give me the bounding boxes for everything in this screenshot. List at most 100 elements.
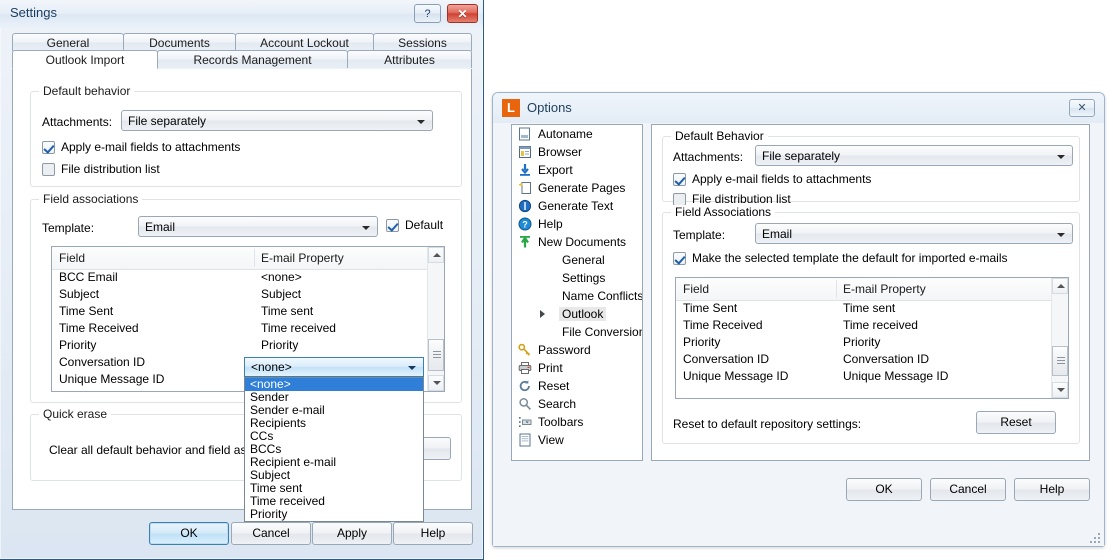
property-editor-combo[interactable]: <none> <box>244 357 424 377</box>
tree-item-general[interactable]: General <box>512 251 642 269</box>
tree-item-label: Generate Text <box>538 199 614 213</box>
tree-item-password[interactable]: Password <box>512 341 642 359</box>
tree-item-export[interactable]: Export <box>512 161 642 179</box>
column-header-field[interactable]: Field <box>59 251 85 265</box>
scrollbar-thumb[interactable] <box>428 339 444 371</box>
help-icon: ? <box>518 217 532 231</box>
column-header-property[interactable]: E-mail Property <box>843 282 926 296</box>
options-navigation-tree[interactable]: Autoname Browser Export Generate Pages G… <box>511 124 643 461</box>
settings-tab-strip: General Documents Account Lockout Sessio… <box>12 33 472 69</box>
table-vertical-scrollbar[interactable] <box>1051 278 1068 398</box>
tree-item-label: Browser <box>538 145 583 159</box>
options-attachments-combo[interactable]: File separately <box>755 145 1073 166</box>
options-apply-email-fields-checkbox[interactable] <box>673 173 686 186</box>
tree-item-search[interactable]: Search <box>512 395 642 413</box>
tree-item-generate-text[interactable]: Generate Text <box>512 197 642 215</box>
template-combo[interactable]: Email <box>138 216 378 237</box>
help-button[interactable]: ? <box>414 4 441 23</box>
template-label: Template: <box>42 221 95 235</box>
settings-apply-button[interactable]: Apply <box>312 522 392 545</box>
tree-item-print[interactable]: Print <box>512 359 642 377</box>
generate-text-icon <box>518 199 532 213</box>
scroll-down-icon[interactable] <box>428 375 444 391</box>
tree-item-outlook[interactable]: Outlook <box>512 305 642 323</box>
column-header-field[interactable]: Field <box>683 282 709 296</box>
tree-item-label: View <box>538 433 564 447</box>
scroll-up-icon[interactable] <box>1052 278 1068 294</box>
options-titlebar[interactable]: L Options ✕ <box>493 93 1104 123</box>
default-template-checkbox[interactable] <box>386 219 399 232</box>
tree-item-label: Toolbars <box>538 415 584 429</box>
table-row[interactable]: Priority Priority <box>676 334 1068 351</box>
apply-email-fields-checkbox[interactable] <box>42 141 55 154</box>
table-row[interactable]: Conversation ID Conversation ID <box>676 351 1068 368</box>
scroll-up-icon[interactable] <box>428 247 444 263</box>
tree-item-browser[interactable]: Browser <box>512 143 642 161</box>
tab-sessions[interactable]: Sessions <box>373 33 472 51</box>
table-row[interactable]: Subject Subject <box>52 286 444 303</box>
table-row[interactable]: Time Sent Time sent <box>52 303 444 320</box>
tree-item-autoname[interactable]: Autoname <box>512 125 642 143</box>
table-header: Field E-mail Property <box>52 247 444 270</box>
options-template-value: Email <box>762 227 793 241</box>
tree-item-new-documents[interactable]: New Documents <box>512 233 642 251</box>
close-icon[interactable]: ✕ <box>447 4 478 23</box>
cell-field: Conversation ID <box>59 355 146 369</box>
attachments-combo[interactable]: File separately <box>121 110 433 131</box>
browser-icon <box>518 145 532 159</box>
reset-button[interactable]: Reset <box>976 411 1056 434</box>
cell-property: Unique Message ID <box>843 369 949 383</box>
dropdown-option[interactable]: Priority <box>245 508 423 521</box>
tab-records-management[interactable]: Records Management <box>157 50 348 68</box>
table-row[interactable]: Unique Message ID Unique Message ID <box>676 368 1068 385</box>
table-row[interactable]: Time Sent Time sent <box>676 300 1068 317</box>
tree-item-reset[interactable]: Reset <box>512 377 642 395</box>
tree-item-settings[interactable]: Settings <box>512 269 642 287</box>
expand-arrow-icon[interactable] <box>540 310 545 318</box>
tab-account-lockout[interactable]: Account Lockout <box>235 33 374 51</box>
table-row[interactable]: Time Received Time received <box>676 317 1068 334</box>
tree-item-toolbars[interactable]: Toolbars <box>512 413 642 431</box>
new-documents-icon <box>518 235 532 249</box>
tree-item-generate-pages[interactable]: Generate Pages <box>512 179 642 197</box>
tree-item-label: Autoname <box>538 127 593 141</box>
options-template-combo[interactable]: Email <box>755 223 1073 244</box>
column-header-property[interactable]: E-mail Property <box>261 251 344 265</box>
settings-titlebar[interactable]: Settings ? ✕ <box>0 0 483 28</box>
table-row[interactable]: Time Received Time received <box>52 320 444 337</box>
tab-general[interactable]: General <box>12 33 124 51</box>
options-default-behavior-group: Default Behavior Attachments: File separ… <box>662 129 1080 206</box>
scrollbar-thumb[interactable] <box>1052 346 1068 376</box>
settings-ok-button[interactable]: OK <box>149 522 229 545</box>
table-vertical-scrollbar[interactable] <box>427 247 444 391</box>
apply-email-fields-label: Apply e-mail fields to attachments <box>61 140 241 154</box>
file-distribution-list-checkbox[interactable] <box>42 163 55 176</box>
chevron-down-icon <box>1057 233 1065 237</box>
cell-field: Subject <box>59 287 100 301</box>
settings-cancel-button[interactable]: Cancel <box>231 522 311 545</box>
table-row[interactable]: BCC Email <none> <box>52 269 444 286</box>
tree-item-view[interactable]: View <box>512 431 642 449</box>
tree-item-help[interactable]: ? Help <box>512 215 642 233</box>
table-row[interactable]: Priority Priority <box>52 337 444 354</box>
tree-item-file-conversion[interactable]: File Conversion <box>512 323 642 341</box>
close-icon[interactable]: ✕ <box>1069 99 1095 117</box>
quick-erase-title: Quick erase <box>39 407 112 421</box>
resize-grip-icon[interactable] <box>1088 531 1100 543</box>
options-attachments-value: File separately <box>762 149 841 163</box>
scroll-down-icon[interactable] <box>1052 382 1068 398</box>
options-make-default-checkbox[interactable] <box>673 252 686 265</box>
tab-outlook-import[interactable]: Outlook Import <box>12 50 158 69</box>
property-dropdown-list[interactable]: <none> Sender Sender e-mail Recipients C… <box>244 377 424 522</box>
column-divider[interactable] <box>254 249 255 267</box>
tree-item-label: Outlook <box>559 307 607 321</box>
tab-documents[interactable]: Documents <box>123 33 236 51</box>
column-divider[interactable] <box>836 280 837 298</box>
generate-pages-icon <box>518 181 532 195</box>
options-help-button[interactable]: Help <box>1014 478 1090 501</box>
options-cancel-button[interactable]: Cancel <box>930 478 1006 501</box>
tab-attributes[interactable]: Attributes <box>347 50 472 68</box>
options-ok-button[interactable]: OK <box>846 478 922 501</box>
tree-item-name-conflicts[interactable]: Name Conflicts <box>512 287 642 305</box>
settings-help-button[interactable]: Help <box>393 522 473 545</box>
